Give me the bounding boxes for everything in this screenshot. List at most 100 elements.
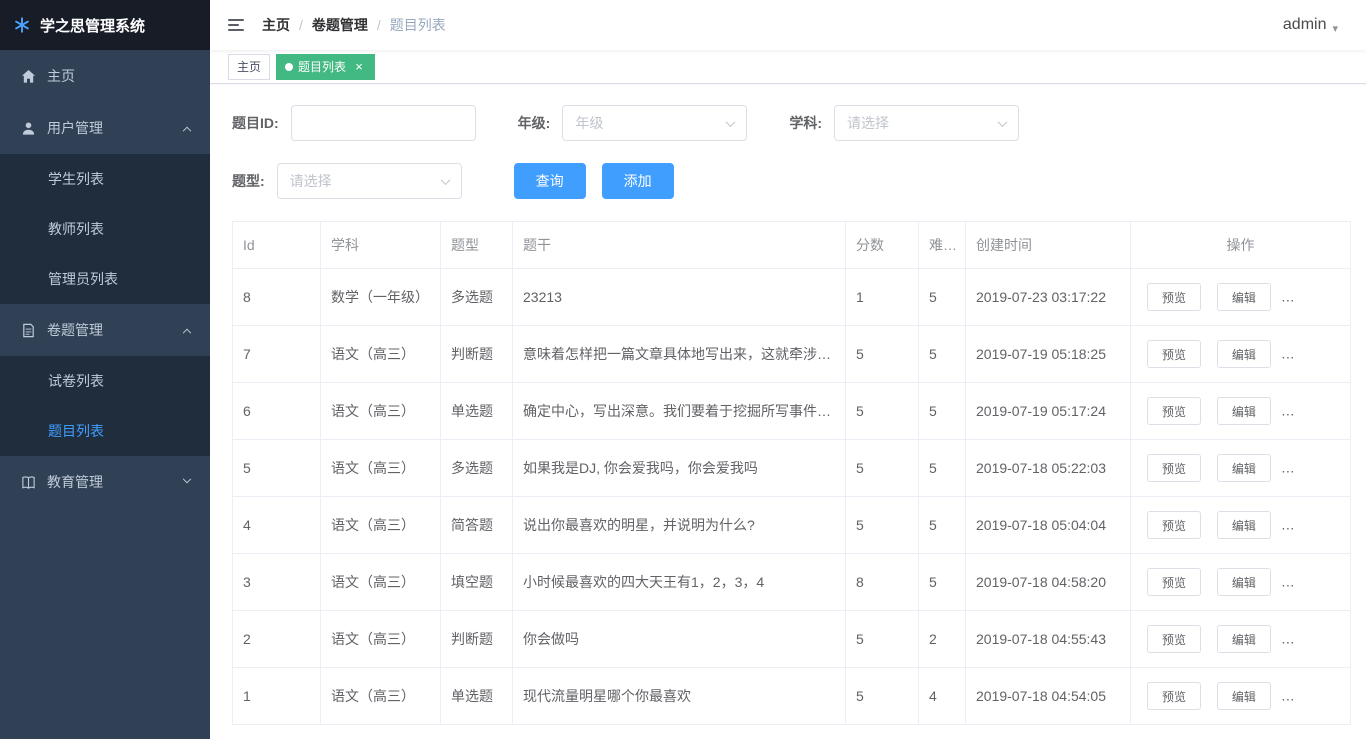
cell-created: 2019-07-18 04:54:05 [965,667,1131,725]
edit-button[interactable]: 编辑 [1216,625,1271,653]
preview-button[interactable]: 预览 [1147,340,1202,368]
tab-question-list[interactable]: 题目列表 × [276,53,376,80]
main-area: 主页 / 卷题管理 / 题目列表 admin ▾ 主页 题目列表 × 题目ID:… [210,0,1366,739]
table-header-row: Id 学科 题型 题干 分数 难度 创建时间 操作 [232,221,1351,269]
sidebar-item-label: 教育管理 [47,474,103,490]
filter-grade: 年级: 年级 [518,105,748,141]
sidebar-item-paper-management[interactable]: 卷题管理 [0,304,210,356]
question-id-input[interactable] [290,105,476,141]
question-table-body: 8 数学（一年级） 多选题 23213 1 5 2019-07-23 03:17… [232,268,1351,725]
tags-view: 主页 题目列表 × [210,50,1366,84]
search-button[interactable]: 查询 [513,163,586,199]
cell-actions: 预览 编辑 删除 [1130,667,1351,725]
cell-difficulty: 5 [918,268,966,326]
tab-home[interactable]: 主页 [228,53,271,80]
cell-subject: 语文（高三） [320,382,441,440]
preview-button[interactable]: 预览 [1147,511,1202,539]
add-button[interactable]: 添加 [601,163,674,199]
exam-paper-icon [20,322,36,338]
submenu-user-management: 学生列表 教师列表 管理员列表 [0,154,210,304]
delete-button[interactable]: 删除 [1286,454,1341,482]
grade-select[interactable]: 年级 [562,105,748,141]
edit-button[interactable]: 编辑 [1216,511,1271,539]
question-type-select[interactable]: 请选择 [276,163,462,199]
preview-button[interactable]: 预览 [1147,625,1202,653]
cell-score: 8 [845,553,919,611]
page-content: 题目ID: 年级: 年级 学科: 请选择 题型: 请选择 查询 添加 Id 学科… [210,84,1366,739]
sidebar-menu: 主页 用户管理 学生列表 教师列表 管理员列表 卷题管理 试卷列表 题目列表 教… [0,50,210,739]
cell-score: 5 [845,496,919,554]
filter-question-type: 题型: 请选择 [232,163,462,199]
cell-id: 3 [232,553,321,611]
sidebar-item-exam-list[interactable]: 试卷列表 [0,356,210,406]
edit-button[interactable]: 编辑 [1216,568,1271,596]
delete-button[interactable]: 删除 [1286,568,1341,596]
cell-actions: 预览 编辑 删除 [1130,553,1351,611]
cell-subject: 语文（高三） [320,325,441,383]
chevron-down-icon [182,474,192,484]
user-icon [20,120,36,136]
cell-difficulty: 5 [918,325,966,383]
edit-button[interactable]: 编辑 [1216,397,1271,425]
delete-button[interactable]: 删除 [1286,283,1341,311]
cell-id: 2 [232,610,321,668]
cell-type: 简答题 [440,496,513,554]
cell-actions: 预览 编辑 删除 [1130,610,1351,668]
chevron-up-icon [182,126,192,136]
cell-score: 5 [845,667,919,725]
cell-score: 1 [845,268,919,326]
delete-button[interactable]: 删除 [1286,682,1341,710]
user-dropdown[interactable]: admin ▾ [1283,16,1350,35]
chevron-down-icon [997,116,1008,127]
edit-button[interactable]: 编辑 [1216,454,1271,482]
delete-button[interactable]: 删除 [1286,511,1341,539]
grade-select-placeholder: 年级 [575,115,604,131]
cell-subject: 数学（一年级） [320,268,441,326]
close-icon[interactable]: × [352,60,366,74]
cell-difficulty: 5 [918,553,966,611]
preview-button[interactable]: 预览 [1147,283,1202,311]
sidebar-item-home[interactable]: 主页 [0,50,210,102]
sidebar-item-admin-list[interactable]: 管理员列表 [0,254,210,304]
sidebar-item-student-list[interactable]: 学生列表 [0,154,210,204]
chevron-up-icon [182,328,192,338]
table-row: 2 语文（高三） 判断题 你会做吗 5 2 2019-07-18 04:55:4… [232,610,1351,668]
cell-score: 5 [845,325,919,383]
cell-difficulty: 2 [918,610,966,668]
hamburger-icon[interactable] [226,15,246,35]
cell-id: 7 [232,325,321,383]
breadcrumb-separator: / [376,17,381,33]
breadcrumb-paper-management[interactable]: 卷题管理 [312,15,368,35]
sidebar-item-user-management[interactable]: 用户管理 [0,102,210,154]
edit-button[interactable]: 编辑 [1216,682,1271,710]
subject-label: 学科: [789,115,823,131]
subject-select[interactable]: 请选择 [834,105,1020,141]
edit-button[interactable]: 编辑 [1216,283,1271,311]
table-row: 8 数学（一年级） 多选题 23213 1 5 2019-07-23 03:17… [232,268,1351,326]
sidebar-item-teacher-list[interactable]: 教师列表 [0,204,210,254]
delete-button[interactable]: 删除 [1286,397,1341,425]
preview-button[interactable]: 预览 [1147,682,1202,710]
cell-type: 单选题 [440,667,513,725]
cell-type: 多选题 [440,268,513,326]
cell-stem: 确定中心，写出深意。我们要着于挖掘所写事件… [512,382,846,440]
cell-created: 2019-07-18 05:22:03 [965,439,1131,497]
preview-button[interactable]: 预览 [1147,397,1202,425]
sidebar-item-question-list[interactable]: 题目列表 [0,406,210,456]
sidebar-item-education-management[interactable]: 教育管理 [0,456,210,508]
cell-created: 2019-07-19 05:18:25 [965,325,1131,383]
breadcrumb-home[interactable]: 主页 [262,15,290,35]
preview-button[interactable]: 预览 [1147,568,1202,596]
sidebar: 学之思管理系统 主页 用户管理 学生列表 教师列表 管理员列表 卷题管理 试卷列… [0,0,210,739]
cell-id: 4 [232,496,321,554]
column-header-actions: 操作 [1130,221,1351,269]
delete-button[interactable]: 删除 [1286,625,1341,653]
top-navbar: 主页 / 卷题管理 / 题目列表 admin ▾ [210,0,1366,50]
preview-button[interactable]: 预览 [1147,454,1202,482]
cell-stem: 说出你最喜欢的明星，并说明为什么? [512,496,846,554]
delete-button[interactable]: 删除 [1286,340,1341,368]
cell-stem: 你会做吗 [512,610,846,668]
cell-type: 填空题 [440,553,513,611]
edit-button[interactable]: 编辑 [1216,340,1271,368]
table-row: 7 语文（高三） 判断题 意味着怎样把一篇文章具体地写出来，这就牵涉… 5 5 … [232,325,1351,383]
